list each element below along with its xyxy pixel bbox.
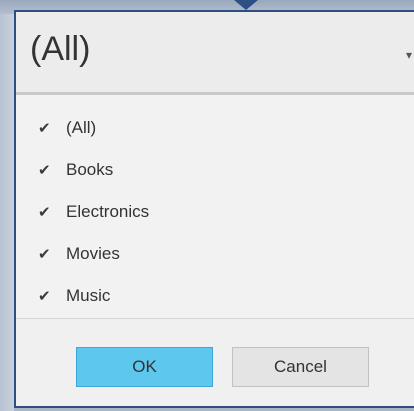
checkmark-icon: ✔	[38, 288, 51, 305]
checkmark-icon: ✔	[38, 120, 51, 137]
filter-option-label: Movies	[66, 244, 120, 263]
background-panel	[0, 14, 14, 411]
filter-option-label: Music	[66, 286, 111, 305]
filter-dropdown-popup: (All) ▾ ✔ (All) ✔ Books ✔ Electronics ✔ …	[14, 10, 414, 408]
filter-option-electronics[interactable]: ✔ Electronics	[16, 191, 414, 233]
filter-header[interactable]: (All) ▾	[16, 12, 414, 95]
filter-option-music[interactable]: ✔ Music	[16, 275, 414, 317]
ok-button[interactable]: OK	[76, 347, 213, 387]
filter-option-all[interactable]: ✔ (All)	[16, 107, 414, 149]
dialog-footer: OK Cancel	[16, 318, 414, 406]
filter-option-label: (All)	[66, 118, 97, 137]
filter-option-label: Books	[66, 160, 114, 179]
cancel-button[interactable]: Cancel	[232, 347, 369, 387]
chevron-down-icon[interactable]: ▾	[406, 48, 412, 62]
checkmark-icon: ✔	[38, 246, 51, 263]
filter-option-movies[interactable]: ✔ Movies	[16, 233, 414, 275]
checkmark-icon: ✔	[38, 162, 51, 179]
filter-options-list: ✔ (All) ✔ Books ✔ Electronics ✔ Movies ✔…	[16, 107, 414, 317]
selected-filter-value: (All)	[30, 30, 91, 68]
popup-pointer	[234, 0, 258, 10]
filter-option-label: Electronics	[66, 202, 150, 221]
filter-option-books[interactable]: ✔ Books	[16, 149, 414, 191]
checkmark-icon: ✔	[38, 204, 51, 221]
